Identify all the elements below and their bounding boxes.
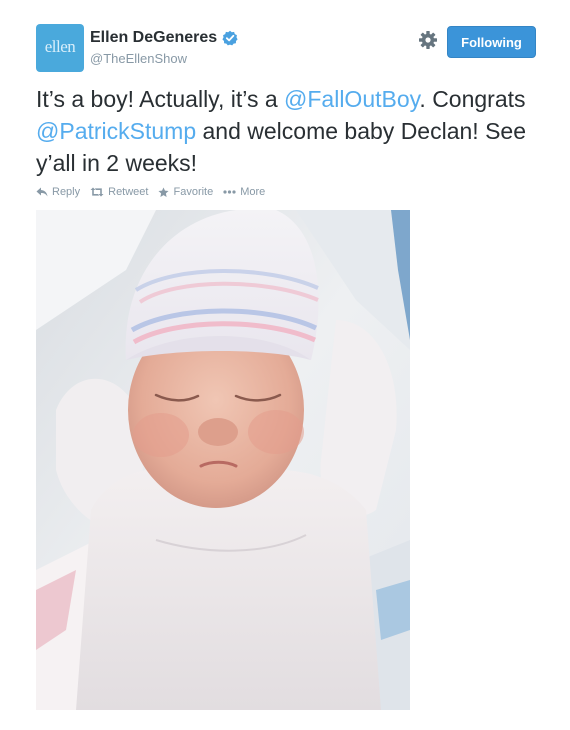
retweet-button[interactable]: Retweet (90, 186, 148, 198)
tweet-text-part: It’s a boy! Actually, it’s a (36, 86, 285, 112)
tweet-text-part: . Congrats (419, 86, 526, 112)
retweet-label: Retweet (108, 186, 149, 198)
avatar-logo-text: ellen (44, 37, 76, 56)
mention-link-patrickstump[interactable]: @PatrickStump (36, 118, 196, 144)
retweet-icon (90, 187, 104, 197)
more-button[interactable]: More (223, 186, 265, 198)
newborn-baby-image (36, 210, 410, 710)
mention-link-falloutboy[interactable]: @FallOutBoy (284, 86, 419, 112)
name-row: Ellen DeGeneres (90, 29, 238, 47)
favorite-button[interactable]: Favorite (158, 186, 213, 198)
more-icon (223, 190, 236, 194)
reply-label: Reply (52, 186, 81, 198)
tweet-photo[interactable] (36, 210, 410, 710)
reply-button[interactable]: Reply (36, 186, 80, 198)
following-button[interactable]: Following (447, 26, 536, 58)
more-label: More (240, 186, 266, 198)
user-handle[interactable]: @TheEllenShow (90, 51, 187, 66)
tweet-text: It’s a boy! Actually, it’s a @FallOutBoy… (36, 83, 536, 179)
favorite-label: Favorite (173, 186, 214, 198)
tweet-header: ellen Ellen DeGeneres @TheEllenShow Foll… (36, 24, 536, 72)
reply-icon (36, 187, 48, 197)
tweet-actions: Reply Retweet Favorite More (36, 186, 275, 198)
display-name[interactable]: Ellen DeGeneres (90, 29, 217, 47)
verified-badge-icon (222, 30, 238, 46)
gear-icon[interactable] (418, 30, 438, 50)
avatar[interactable]: ellen (36, 24, 84, 72)
star-icon (158, 186, 170, 197)
